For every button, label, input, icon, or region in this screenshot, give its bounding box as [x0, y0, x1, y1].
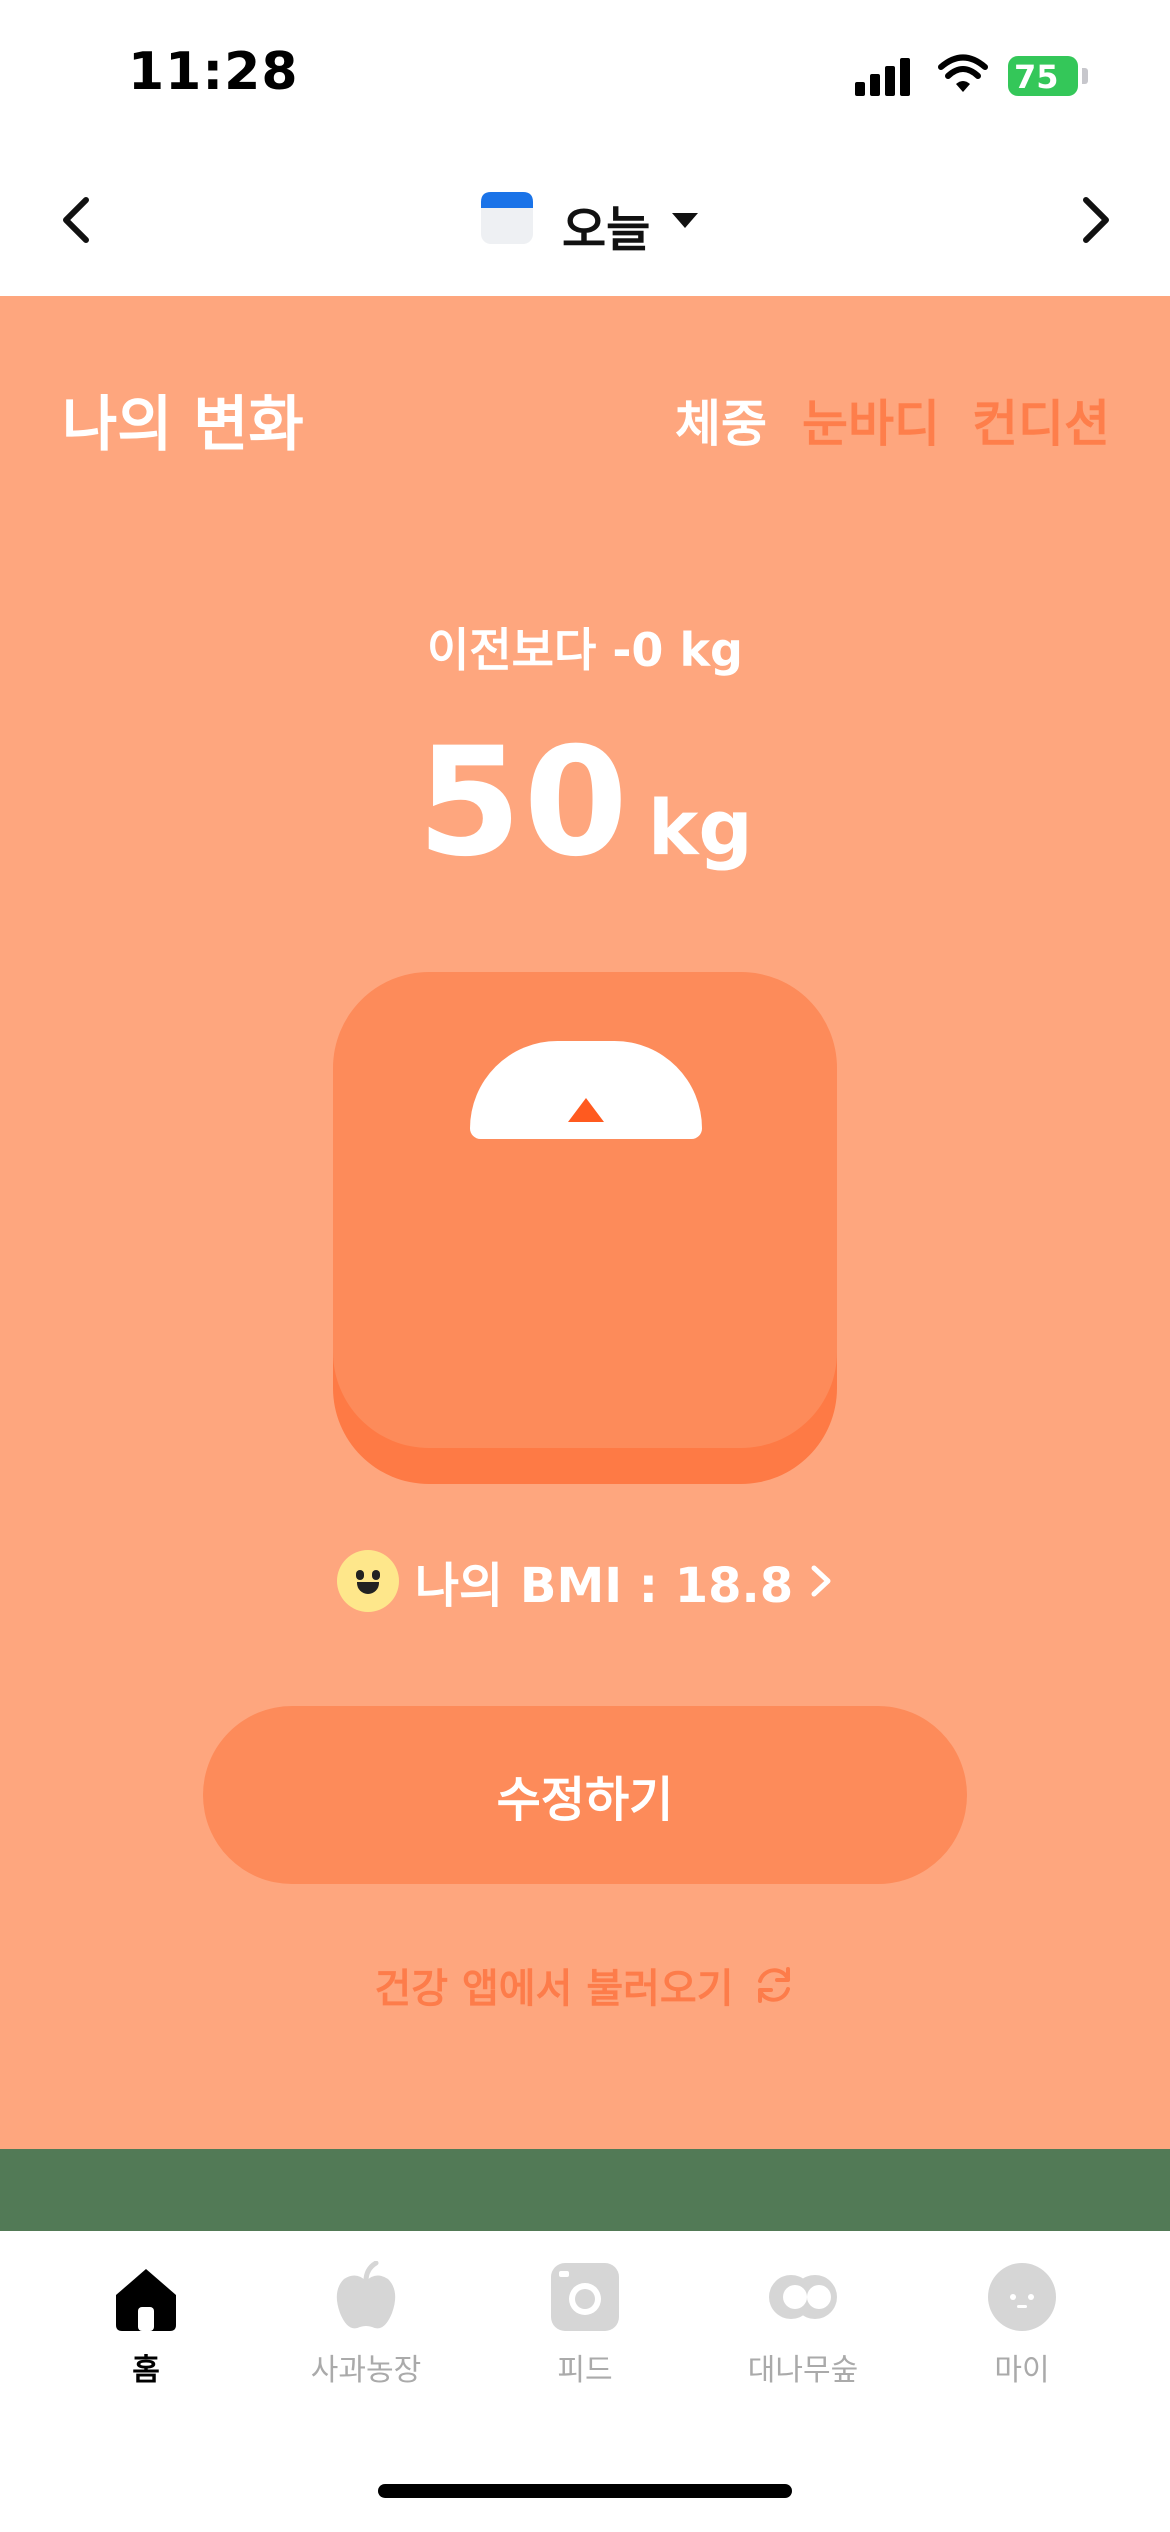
- face-icon: [988, 2263, 1056, 2331]
- smile-face-icon: [336, 1550, 399, 1612]
- tabbar-label-home: 홈: [132, 2353, 160, 2388]
- tab-eyebody[interactable]: 눈바디: [802, 384, 940, 456]
- status-time: 11:28: [128, 42, 299, 102]
- apple-icon: [336, 2261, 396, 2329]
- weight-compare-text: 이전보다 -0 kg: [427, 623, 743, 677]
- tab-condition[interactable]: 컨디션: [972, 384, 1110, 456]
- cc-icon: [769, 2275, 837, 2319]
- my-change-card: 나의 변화 체중 눈바디 컨디션 이전보다 -0 kg 50 kg 나의 BMI …: [0, 296, 1170, 2149]
- camera-icon: [551, 2263, 619, 2331]
- tabbar-item-bamboo-forest[interactable]: 대나무숲: [703, 2261, 903, 2401]
- signal-icon: [855, 58, 915, 96]
- home-indicator: [378, 2484, 792, 2498]
- bottom-tab-bar: 홈 사과농장 피드 대나무숲 마이: [0, 2231, 1170, 2532]
- tabbar-label-bamboo-forest: 대나무숲: [747, 2353, 859, 2388]
- tabbar-item-apple-farm[interactable]: 사과농장: [266, 2261, 466, 2401]
- scale-needle-icon: [568, 1098, 604, 1122]
- tabbar-label-apple-farm: 사과농장: [310, 2353, 422, 2388]
- weight-display: 50 kg: [0, 716, 1170, 890]
- chevron-right-icon[interactable]: [1064, 190, 1124, 250]
- section-title: 나의 변화: [62, 390, 304, 460]
- refresh-icon: [757, 1967, 790, 2003]
- status-bar: 11:28 75: [0, 0, 1170, 150]
- weight-value: 50: [417, 716, 630, 890]
- bmi-row[interactable]: 나의 BMI : 18.8: [0, 1546, 1170, 1616]
- tabbar-label-my: 마이: [994, 2353, 1050, 2388]
- home-icon: [116, 2269, 176, 2331]
- tab-weight[interactable]: 체중: [675, 384, 767, 456]
- next-section-peek: [0, 2149, 1170, 2231]
- battery-icon: 75: [1008, 56, 1078, 96]
- import-health-app-button[interactable]: 건강 앱에서 불러오기: [0, 1956, 1170, 2014]
- chevron-left-icon[interactable]: [48, 190, 108, 250]
- edit-button[interactable]: 수정하기: [203, 1706, 967, 1884]
- battery-level: 75: [1014, 58, 1059, 96]
- weight-unit: kg: [647, 783, 753, 872]
- tabbar-item-home[interactable]: 홈: [46, 2261, 246, 2401]
- bmi-label: 나의 BMI : 18.8: [414, 1558, 794, 1614]
- wifi-icon: [938, 54, 988, 92]
- caret-down-icon[interactable]: [670, 210, 700, 230]
- tabbar-label-feed: 피드: [557, 2353, 613, 2388]
- date-selector[interactable]: 오늘: [562, 190, 650, 260]
- tabbar-item-my[interactable]: 마이: [922, 2261, 1122, 2401]
- import-label: 건강 앱에서 불러오기: [374, 1966, 734, 2012]
- calendar-icon: [481, 192, 533, 244]
- tabbar-item-feed[interactable]: 피드: [485, 2261, 685, 2401]
- date-navigation: 오늘: [0, 150, 1170, 296]
- chevron-right-icon: [811, 1565, 831, 1597]
- battery-cap: [1082, 68, 1088, 84]
